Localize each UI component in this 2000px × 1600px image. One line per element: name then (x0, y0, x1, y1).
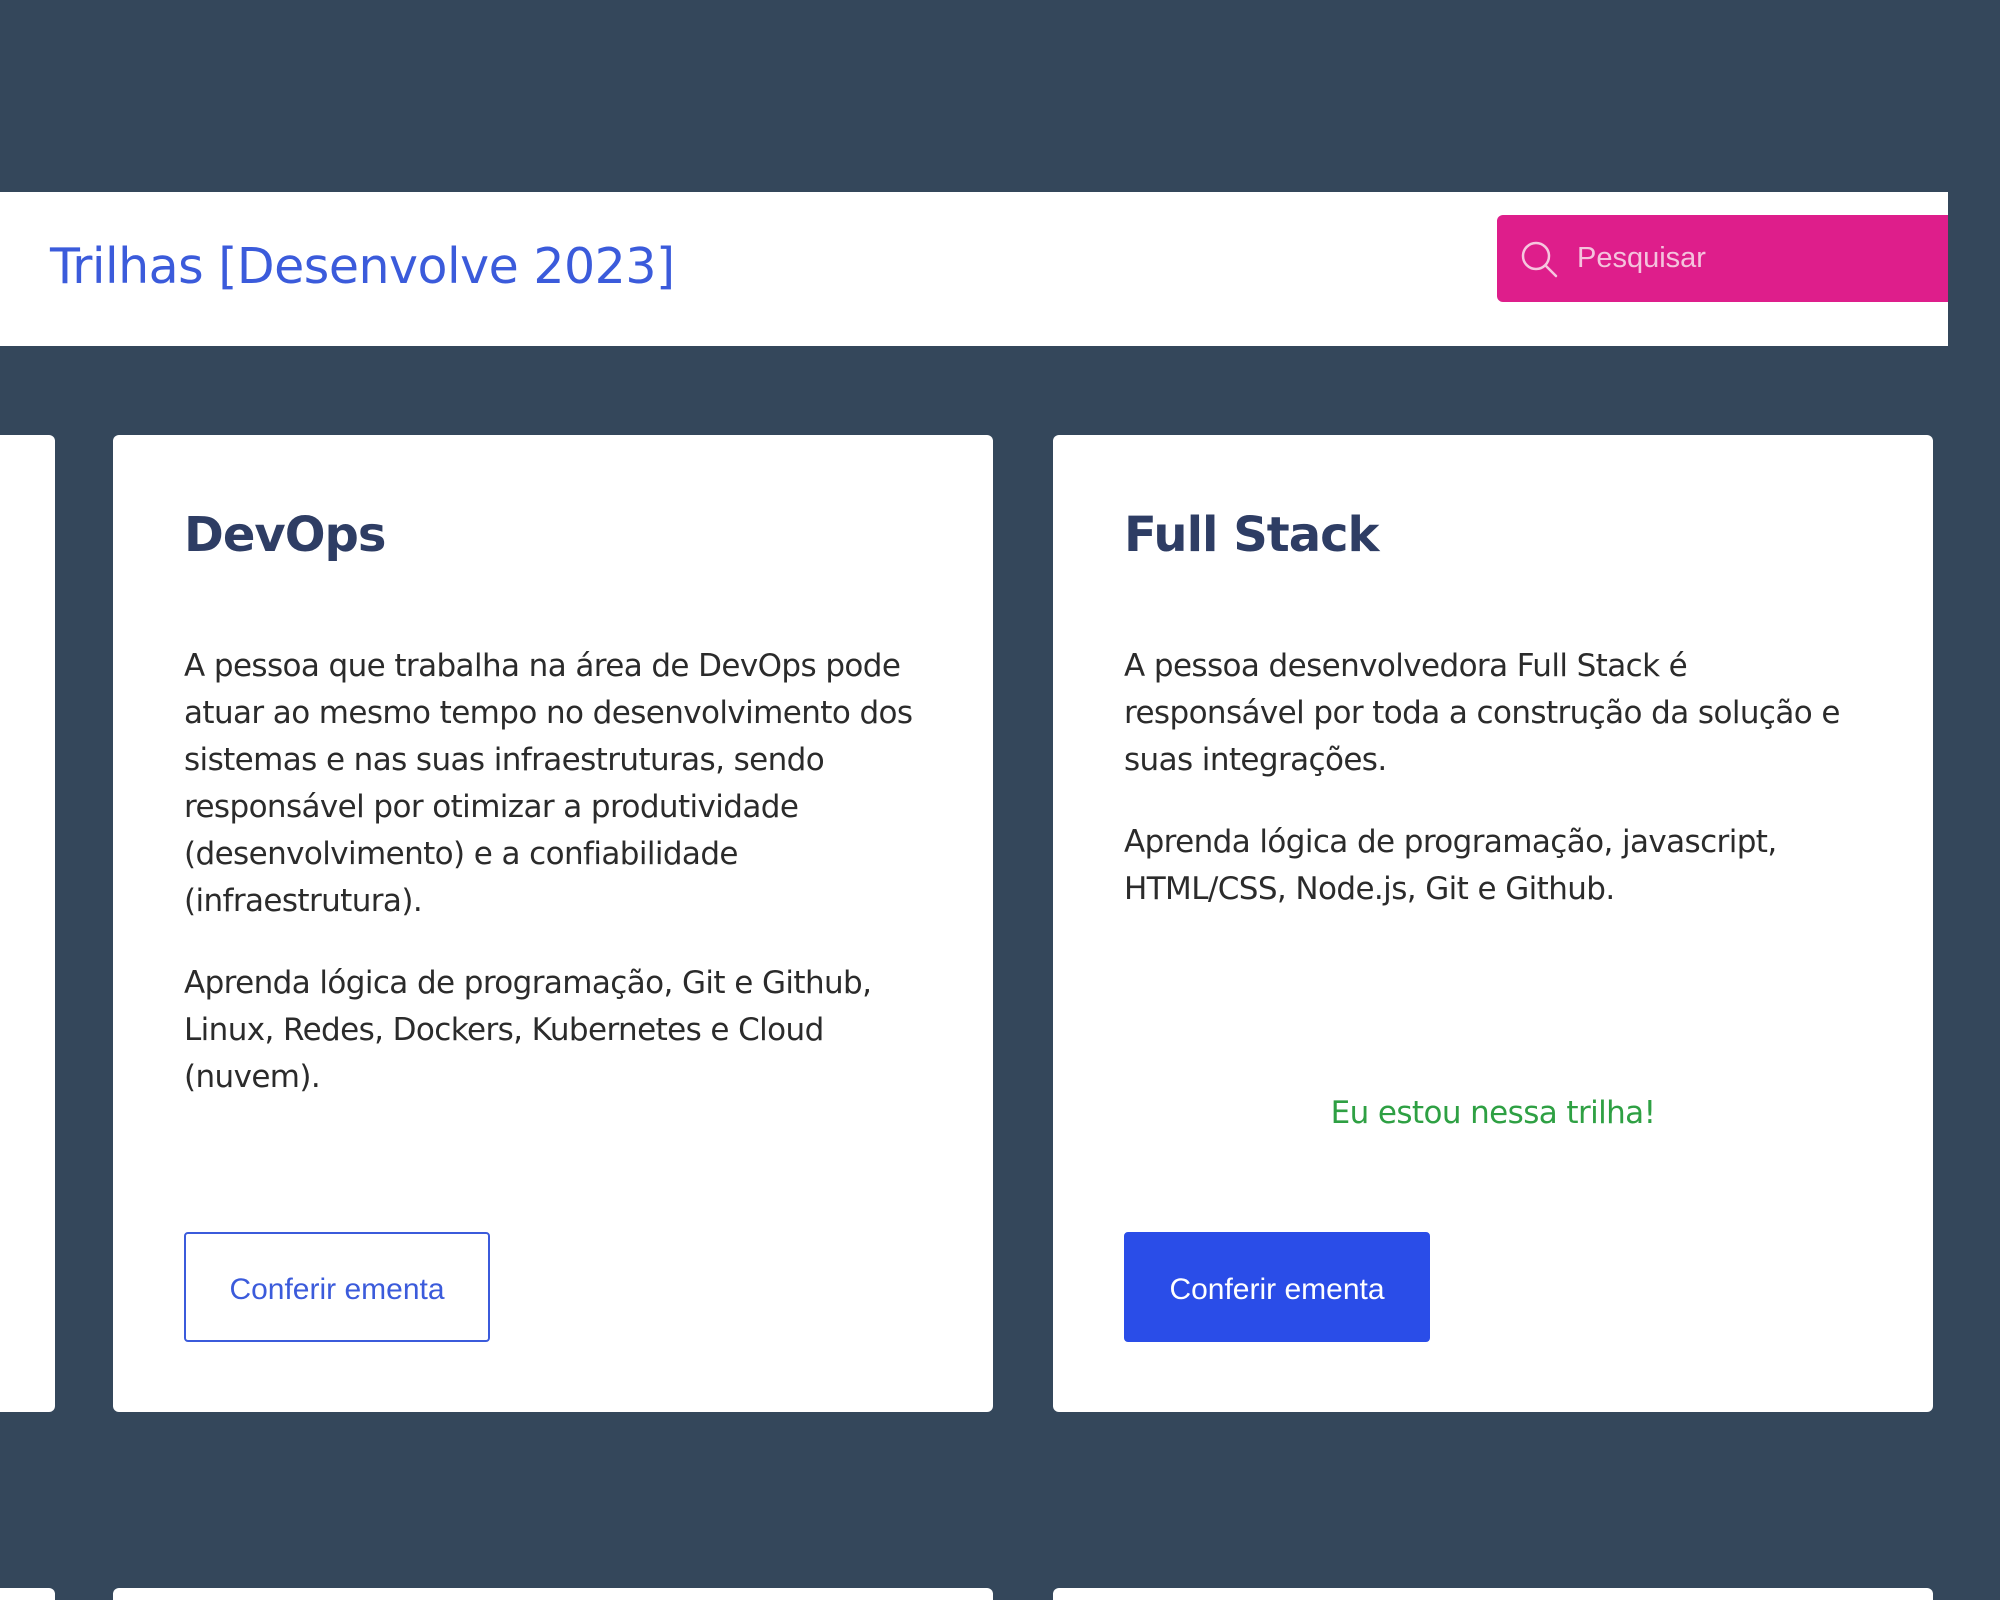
search-box[interactable] (1497, 215, 1948, 302)
track-card-next-row (0, 1588, 55, 1600)
track-card-next-row (1053, 1588, 1933, 1600)
page-title: Trilhas [Desenvolve 2023] (50, 238, 675, 295)
enrolled-status: Eu estou nessa trilha! (1330, 1095, 1656, 1131)
track-card-partial (0, 435, 55, 1412)
header-bar: Trilhas [Desenvolve 2023] (0, 192, 1948, 346)
card-paragraph: Aprenda lógica de programação, Git e Git… (184, 965, 872, 1095)
card-paragraph: Aprenda lógica de programação, javascrip… (1124, 824, 1777, 907)
page: Trilhas [Desenvolve 2023] DevOps A pesso… (0, 0, 2000, 1600)
conferir-ementa-button[interactable]: Conferir ementa (184, 1232, 490, 1342)
search-icon[interactable] (1517, 237, 1561, 281)
card-description: A pessoa desenvolvedora Full Stack é res… (1124, 643, 1874, 948)
track-card-devops: DevOps A pessoa que trabalha na área de … (113, 435, 993, 1412)
conferir-ementa-button[interactable]: Conferir ementa (1124, 1232, 1430, 1342)
search-input[interactable] (1577, 215, 1937, 302)
card-description: A pessoa que trabalha na área de DevOps … (184, 643, 934, 1136)
card-title: Full Stack (1124, 507, 1379, 563)
track-card-next-row (113, 1588, 993, 1600)
track-card-full-stack: Full Stack A pessoa desenvolvedora Full … (1053, 435, 1933, 1412)
card-title: DevOps (184, 507, 386, 563)
card-paragraph: A pessoa desenvolvedora Full Stack é res… (1124, 648, 1840, 778)
card-paragraph: A pessoa que trabalha na área de DevOps … (184, 648, 913, 919)
